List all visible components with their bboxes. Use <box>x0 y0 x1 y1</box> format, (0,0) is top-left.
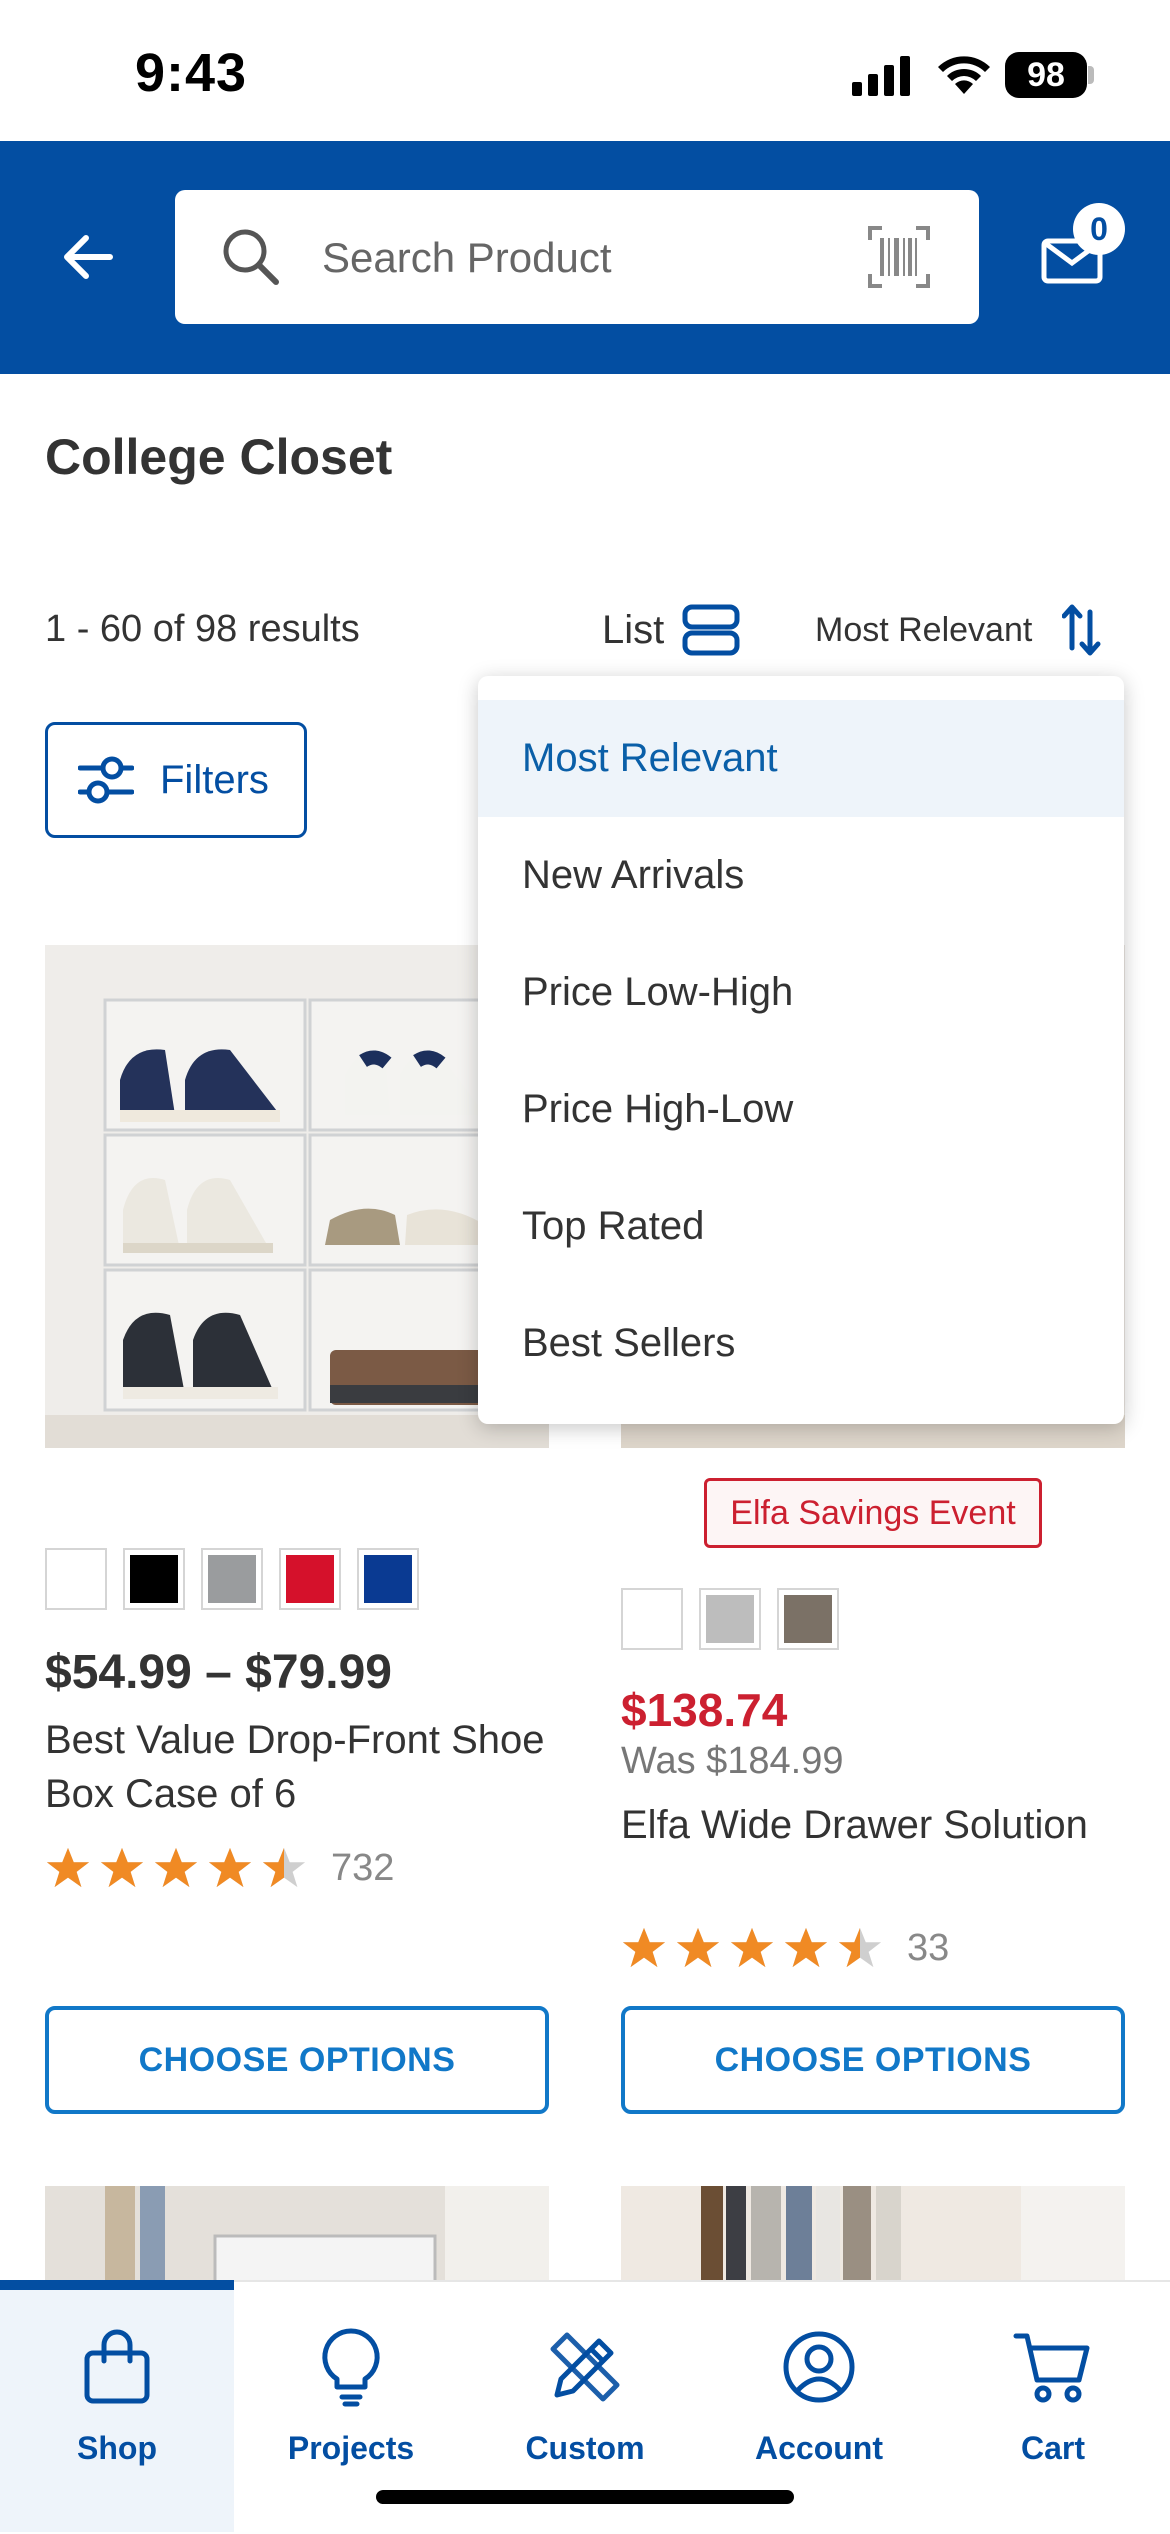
tab-label: Custom <box>525 2430 645 2466</box>
shoe-box-photo <box>45 945 549 1448</box>
rating-count: 33 <box>907 1926 950 1969</box>
results-count: 1 - 60 of 98 results <box>45 608 360 650</box>
product-image[interactable] <box>621 2186 1125 2286</box>
choose-options-button[interactable]: CHOOSE OPTIONS <box>621 2006 1125 2114</box>
search-input[interactable] <box>320 225 844 291</box>
star-icon <box>730 1927 774 1968</box>
color-swatch[interactable] <box>279 1548 341 1610</box>
star-icon <box>208 1847 252 1888</box>
rating-count: 732 <box>331 1846 395 1889</box>
list-view-icon <box>682 604 740 656</box>
sort-option-price-low-high[interactable]: Price Low-High <box>478 934 1124 1051</box>
star-rating <box>45 1845 307 1891</box>
cart-icon <box>1013 2333 1090 2403</box>
star-icon <box>262 1847 306 1888</box>
battery-cap <box>1088 66 1094 84</box>
sort-option-new-arrivals[interactable]: New Arrivals <box>478 817 1124 934</box>
product-image[interactable] <box>45 945 549 1448</box>
pencil-ruler-icon <box>550 2332 620 2402</box>
star-icon <box>154 1847 198 1888</box>
star-rating <box>621 1925 883 1971</box>
view-toggle[interactable]: List <box>602 600 740 660</box>
color-swatch[interactable] <box>777 1588 839 1650</box>
barcode-scan-icon[interactable] <box>868 226 930 288</box>
mail-count-badge: 0 <box>1073 203 1125 255</box>
savings-event-badge: Elfa Savings Event <box>704 1478 1042 1548</box>
sale-price: $138.74 <box>621 1684 788 1736</box>
sort-toggle[interactable]: Most Relevant <box>815 600 1102 660</box>
user-circle-icon <box>783 2331 855 2403</box>
active-tab-indicator <box>0 2280 234 2290</box>
color-swatch[interactable] <box>201 1548 263 1610</box>
tab-label: Projects <box>287 2430 415 2466</box>
lightbulb-icon <box>322 2328 380 2407</box>
star-icon <box>784 1927 828 1968</box>
color-swatch[interactable] <box>357 1548 419 1610</box>
status-time: 9:43 <box>135 43 248 103</box>
color-swatches <box>45 1548 419 1610</box>
product-name[interactable]: Elfa Wide Drawer Solution <box>621 1803 1088 1848</box>
home-indicator <box>376 2490 794 2504</box>
closet-photo <box>45 2186 549 2286</box>
sort-option-top-rated[interactable]: Top Rated <box>478 1168 1124 1285</box>
color-swatch[interactable] <box>123 1548 185 1610</box>
filters-button[interactable]: Filters <box>45 722 307 838</box>
tab-cart[interactable]: Cart <box>936 2282 1170 2532</box>
filters-label: Filters <box>160 757 269 802</box>
sort-option-price-high-low[interactable]: Price High-Low <box>478 1051 1124 1168</box>
star-icon <box>838 1927 882 1968</box>
tab-label: Cart <box>1020 2430 1085 2466</box>
product-image[interactable] <box>45 2186 549 2286</box>
wifi-icon <box>938 56 990 94</box>
battery-indicator: 98 <box>1005 52 1087 98</box>
sort-option-most-relevant[interactable]: Most Relevant <box>478 700 1124 817</box>
search-icon <box>223 229 279 285</box>
page-title: College Closet <box>45 429 393 485</box>
color-swatch[interactable] <box>699 1588 761 1650</box>
back-arrow-icon[interactable] <box>58 227 118 287</box>
tab-shop[interactable]: Shop <box>0 2282 234 2532</box>
sort-dropdown-menu: Most Relevant New Arrivals Price Low-Hig… <box>478 676 1124 1424</box>
star-icon <box>46 1847 90 1888</box>
star-icon <box>676 1927 720 1968</box>
sort-arrows-icon <box>1062 604 1101 656</box>
color-swatches <box>621 1588 839 1650</box>
filter-sliders-icon <box>78 756 134 804</box>
product-rating: 732 <box>45 1845 394 1891</box>
color-swatch[interactable] <box>621 1588 683 1650</box>
tab-label: Account <box>755 2430 883 2466</box>
star-icon <box>100 1847 144 1888</box>
closet-photo <box>621 2186 1125 2286</box>
star-icon <box>622 1927 666 1968</box>
product-name[interactable]: Best Value Drop-Front Shoe Box Case of 6 <box>45 1713 545 1821</box>
sort-toggle-label: Most Relevant <box>815 610 1033 649</box>
sort-option-best-sellers[interactable]: Best Sellers <box>478 1285 1124 1402</box>
product-price: $54.99 – $79.99 <box>45 1646 392 1699</box>
shopping-bag-icon <box>84 2329 150 2404</box>
view-toggle-label: List <box>602 607 665 652</box>
choose-options-button[interactable]: CHOOSE OPTIONS <box>45 2006 549 2114</box>
product-rating: 33 <box>621 1925 949 1971</box>
color-swatch[interactable] <box>45 1548 107 1610</box>
was-price: Was $184.99 <box>621 1740 844 1782</box>
cellular-signal-icon <box>852 56 910 96</box>
tab-label: Shop <box>77 2430 157 2466</box>
